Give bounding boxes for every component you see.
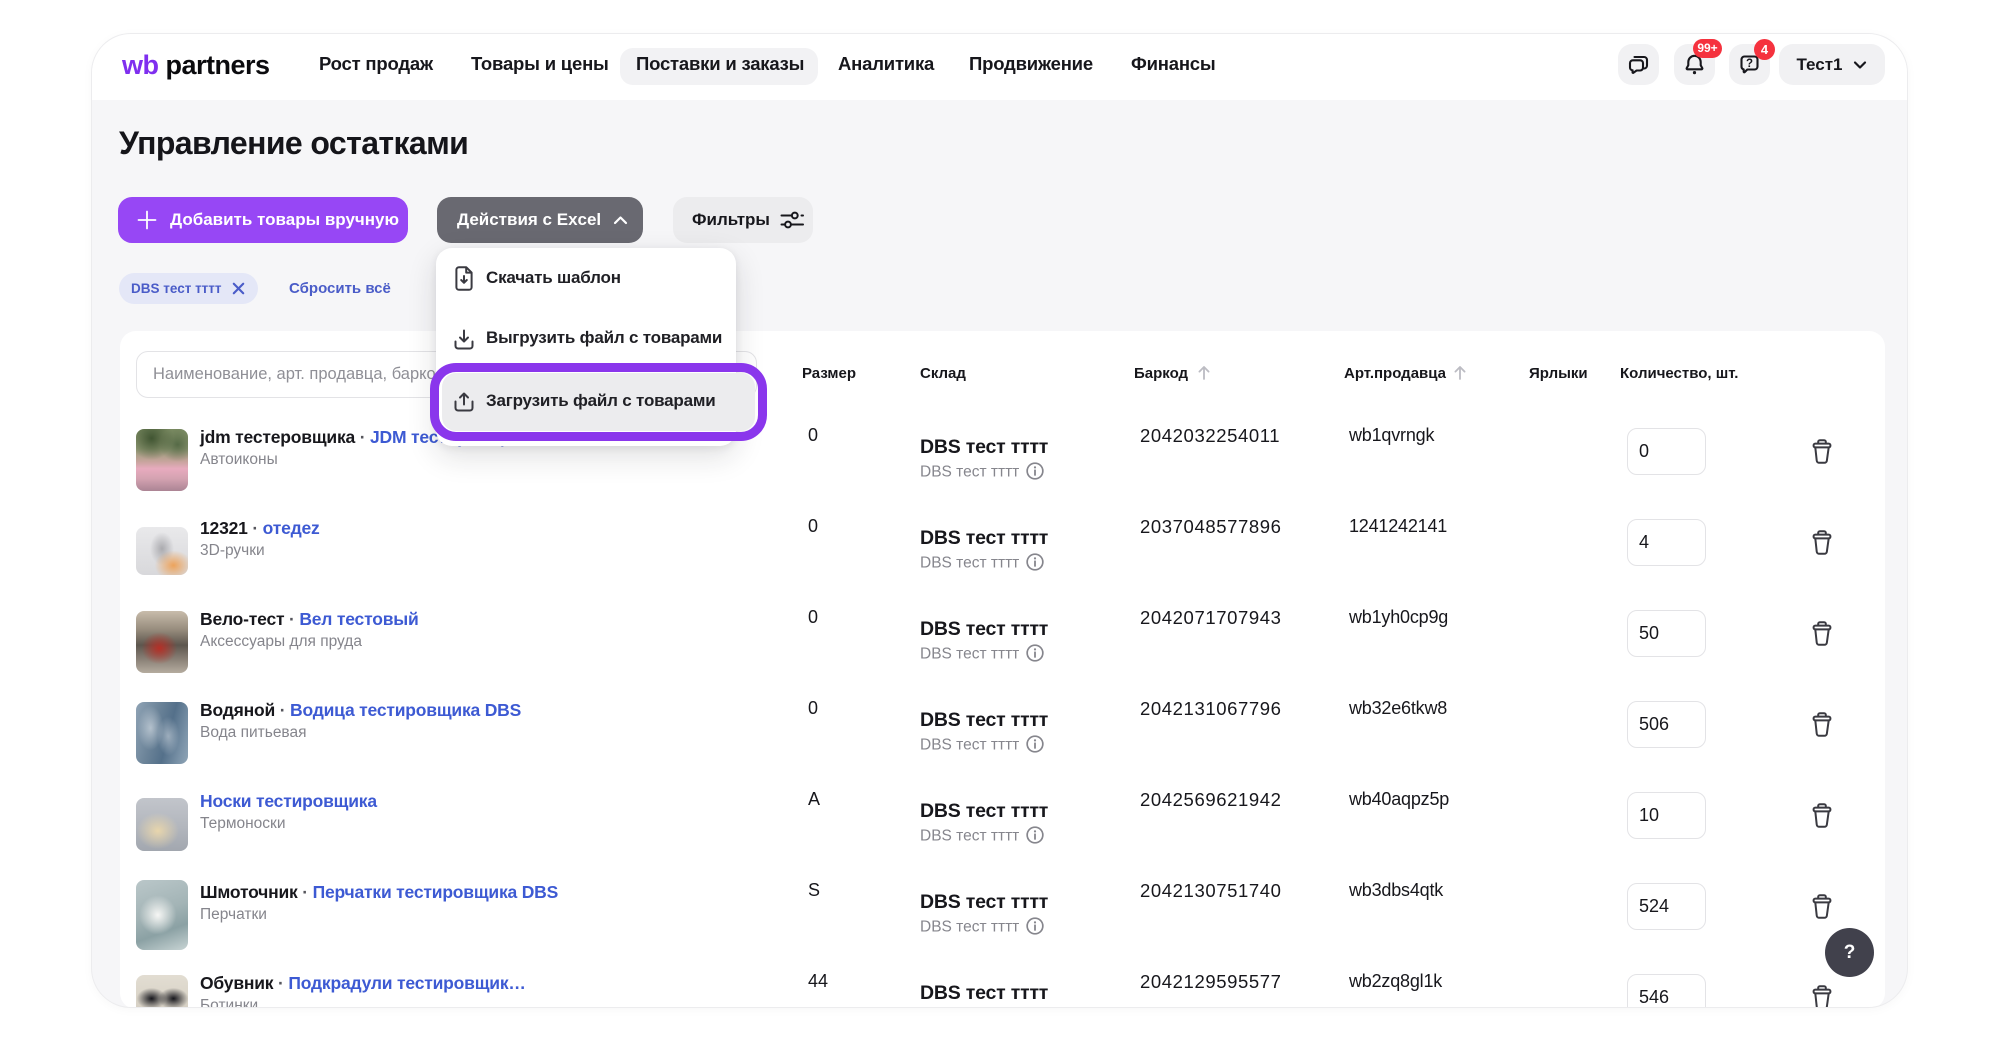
svg-text:?: ? (1746, 58, 1753, 70)
